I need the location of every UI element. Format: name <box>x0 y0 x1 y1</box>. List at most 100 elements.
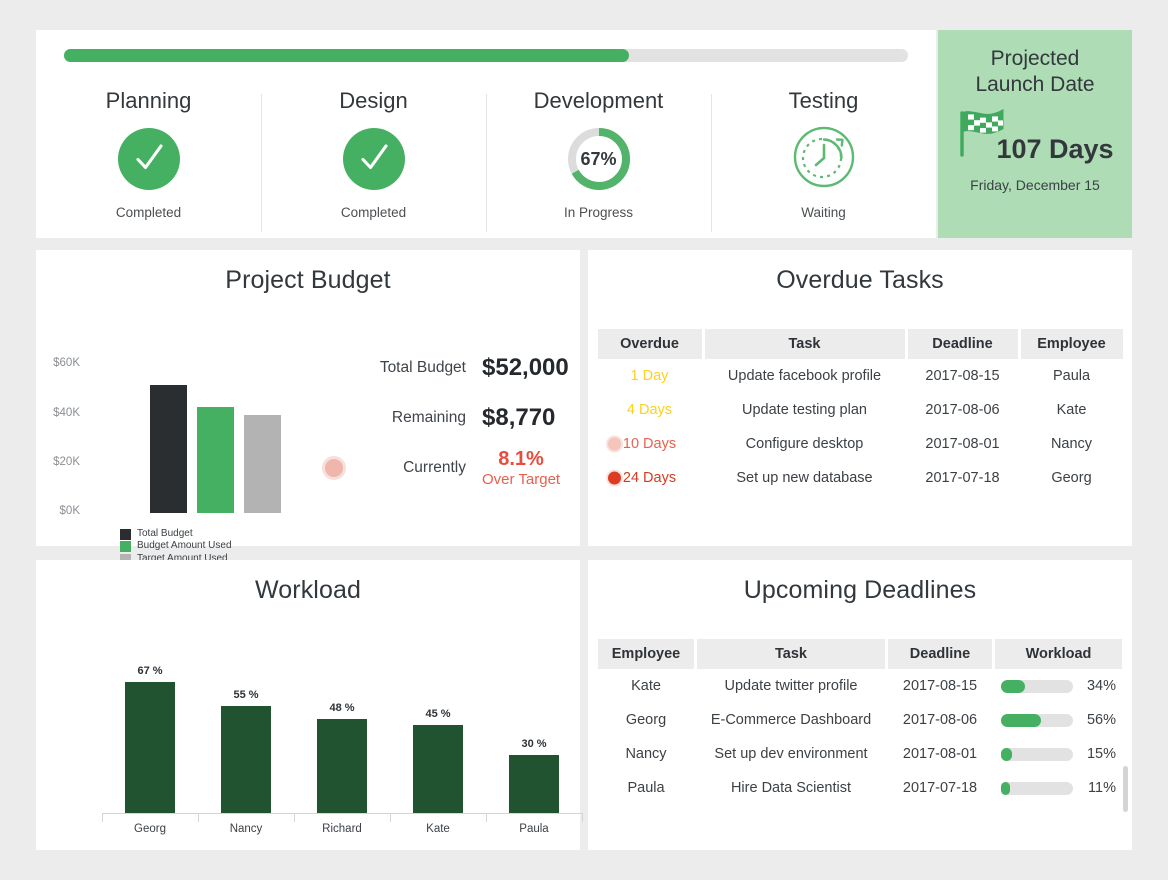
legend-item: Budget Amount Used <box>120 540 232 552</box>
overdue-deadline: 2017-08-01 <box>908 427 1018 461</box>
deadlines-table: EmployeeTaskDeadlineWorkload Kate Update… <box>595 639 1125 805</box>
workload-axis-tick <box>294 813 295 822</box>
table-row[interactable]: 4 Days Update testing plan 2017-08-06 Ka… <box>598 393 1123 427</box>
deadline-workload: 56% <box>995 703 1122 737</box>
workload-value-label: 45 % <box>408 708 468 720</box>
column-header[interactable]: Task <box>705 329 905 359</box>
column-header[interactable]: Employee <box>1021 329 1123 359</box>
launch-title-line1: Projected <box>948 46 1122 72</box>
workload-bar <box>1001 714 1073 727</box>
workload-percent: 15% <box>1082 746 1116 762</box>
milestone-design[interactable]: Design Completed <box>261 88 486 238</box>
check-icon <box>343 128 405 190</box>
milestone-status: Waiting <box>801 205 846 220</box>
milestone-status: In Progress <box>564 205 633 220</box>
column-header[interactable]: Deadline <box>888 639 992 669</box>
clock-icon <box>791 124 857 195</box>
milestone-name: Development <box>534 88 664 114</box>
check-icon <box>118 128 180 190</box>
workload-category-label: Georg <box>110 823 190 835</box>
workload-percent: 34% <box>1082 678 1116 694</box>
budget-bar <box>244 415 281 513</box>
legend-label: Budget Amount Used <box>137 540 232 552</box>
column-header[interactable]: Workload <box>995 639 1122 669</box>
table-row[interactable]: 24 Days Set up new database 2017-07-18 G… <box>598 461 1123 495</box>
column-header[interactable]: Deadline <box>908 329 1018 359</box>
deadline-date: 2017-08-01 <box>888 737 992 771</box>
budget-stat-label: Remaining <box>336 409 482 427</box>
workload-bar <box>1001 782 1073 795</box>
launch-date: Friday, December 15 <box>948 177 1122 193</box>
budget-stat-row: Remaining $8,770 <box>336 393 586 443</box>
overdue-employee: Paula <box>1021 359 1123 393</box>
page-title-workload: Workload <box>36 576 580 605</box>
overdue-dot-icon <box>606 470 623 487</box>
overdue-days: 10 Days <box>598 427 702 461</box>
overall-progress-fill <box>64 49 629 62</box>
table-row[interactable]: Kate Update twitter profile 2017-08-15 3… <box>598 669 1122 703</box>
column-header[interactable]: Employee <box>598 639 694 669</box>
deadline-workload: 34% <box>995 669 1122 703</box>
table-row[interactable]: 1 Day Update facebook profile 2017-08-15… <box>598 359 1123 393</box>
over-target-sub: Over Target <box>482 471 560 488</box>
overdue-task: Configure desktop <box>705 427 905 461</box>
table-row[interactable]: Paula Hire Data Scientist 2017-07-18 11% <box>598 771 1122 805</box>
overdue-days: 24 Days <box>598 461 702 495</box>
overdue-task: Set up new database <box>705 461 905 495</box>
table-row[interactable]: Georg E-Commerce Dashboard 2017-08-06 56… <box>598 703 1122 737</box>
deadline-date: 2017-08-06 <box>888 703 992 737</box>
workload-axis-tick <box>198 813 199 822</box>
column-header[interactable]: Task <box>697 639 885 669</box>
deadline-workload: 11% <box>995 771 1122 805</box>
deadline-employee: Kate <box>598 669 694 703</box>
budget-bar <box>150 385 187 513</box>
overall-progress-bar <box>64 49 908 62</box>
milestone-planning[interactable]: Planning Completed <box>36 88 261 238</box>
workload-category-label: Richard <box>302 823 382 835</box>
overdue-table: OverdueTaskDeadlineEmployee 1 Day Update… <box>595 329 1126 495</box>
milestone-development[interactable]: Development 67% In Progress <box>486 88 711 238</box>
workload-bar-fill <box>1001 748 1012 761</box>
page-title-deadlines: Upcoming Deadlines <box>588 576 1132 605</box>
overdue-deadline: 2017-08-06 <box>908 393 1018 427</box>
workload-value-label: 55 % <box>216 689 276 701</box>
page-title-overdue: Overdue Tasks <box>588 266 1132 295</box>
currently-label: Currently <box>336 459 482 477</box>
over-target-value: 8.1% Over Target <box>482 448 560 488</box>
deadline-date: 2017-07-18 <box>888 771 992 805</box>
workload-axis-tick <box>486 813 487 822</box>
workload-value-label: 67 % <box>120 665 180 677</box>
deadline-date: 2017-08-15 <box>888 669 992 703</box>
deadline-task: Set up dev environment <box>697 737 885 771</box>
legend-swatch <box>120 529 131 540</box>
workload-bar <box>125 682 175 813</box>
budget-y-tick: $60K <box>38 357 80 369</box>
deadlines-scrollbar[interactable] <box>1123 766 1128 812</box>
budget-stat-label: Total Budget <box>336 359 482 377</box>
workload-percent: 11% <box>1082 780 1116 796</box>
milestone-testing[interactable]: Testing Waiting <box>711 88 936 238</box>
legend-item: Total Budget <box>120 528 232 540</box>
projected-launch-card: Projected Launch Date 107 <box>938 30 1132 238</box>
legend-swatch <box>120 541 131 552</box>
milestone-status: Completed <box>341 205 406 220</box>
deadline-task: Update twitter profile <box>697 669 885 703</box>
deadline-task: Hire Data Scientist <box>697 771 885 805</box>
table-row[interactable]: 10 Days Configure desktop 2017-08-01 Nan… <box>598 427 1123 461</box>
workload-axis-tick <box>390 813 391 822</box>
donut-value: 67% <box>565 125 633 193</box>
table-row[interactable]: Nancy Set up dev environment 2017-08-01 … <box>598 737 1122 771</box>
status-dot-icon <box>322 456 346 480</box>
budget-stat-row: Total Budget $52,000 <box>336 343 586 393</box>
workload-bar <box>317 719 367 813</box>
overdue-employee: Georg <box>1021 461 1123 495</box>
budget-bar <box>197 407 234 513</box>
overdue-days: 4 Days <box>598 393 702 427</box>
workload-axis <box>102 813 582 814</box>
budget-stats: Total Budget $52,000 Remaining $8,770 Cu… <box>336 343 586 493</box>
workload-axis-tick <box>102 813 103 822</box>
overdue-employee: Nancy <box>1021 427 1123 461</box>
column-header[interactable]: Overdue <box>598 329 702 359</box>
milestone-name: Planning <box>106 88 192 114</box>
budget-y-tick: $20K <box>38 456 80 468</box>
